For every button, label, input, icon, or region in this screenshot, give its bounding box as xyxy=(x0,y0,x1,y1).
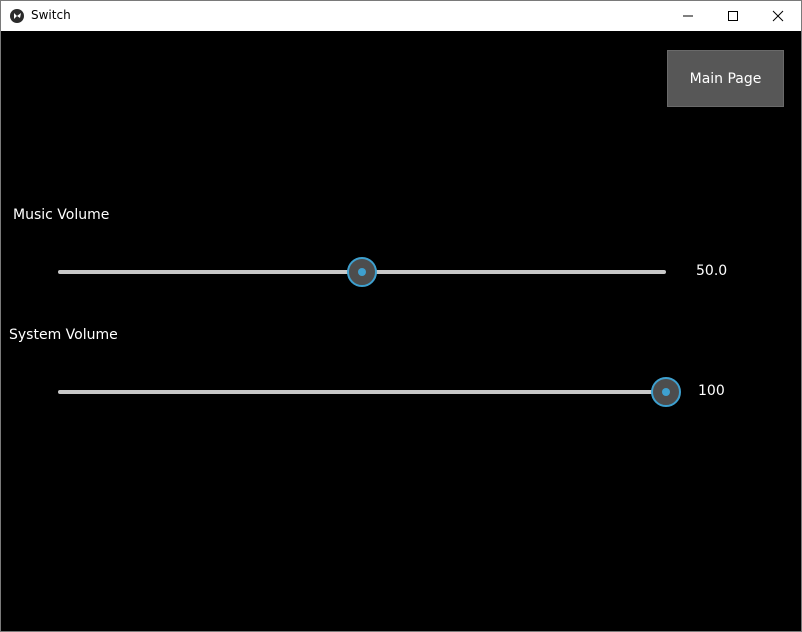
title-bar[interactable]: Switch xyxy=(1,1,801,31)
maximize-button[interactable] xyxy=(710,1,756,31)
main-page-button[interactable]: Main Page xyxy=(667,50,784,107)
minimize-button[interactable] xyxy=(665,1,711,31)
maximize-icon xyxy=(728,11,738,21)
music-volume-value: 50.0 xyxy=(696,263,728,279)
system-volume-track[interactable] xyxy=(58,390,666,394)
settings-screen: Main Page Music Volume 50.0 System Volum… xyxy=(1,31,801,631)
music-volume-slider[interactable] xyxy=(58,252,666,292)
music-volume-label: Music Volume xyxy=(13,207,110,223)
system-volume-thumb[interactable] xyxy=(651,377,681,407)
system-volume-value: 100 xyxy=(698,383,725,399)
main-page-button-label: Main Page xyxy=(689,70,762,87)
close-button[interactable] xyxy=(755,1,801,31)
window-title: Switch xyxy=(31,8,71,22)
kivy-logo-icon xyxy=(10,9,24,23)
music-volume-thumb[interactable] xyxy=(347,257,377,287)
system-volume-slider[interactable] xyxy=(58,372,681,412)
close-icon xyxy=(772,10,784,22)
app-window: Switch Main Page Music Volume 50.0 Syste… xyxy=(0,0,802,632)
minimize-icon xyxy=(683,15,693,17)
system-volume-label: System Volume xyxy=(9,327,118,343)
